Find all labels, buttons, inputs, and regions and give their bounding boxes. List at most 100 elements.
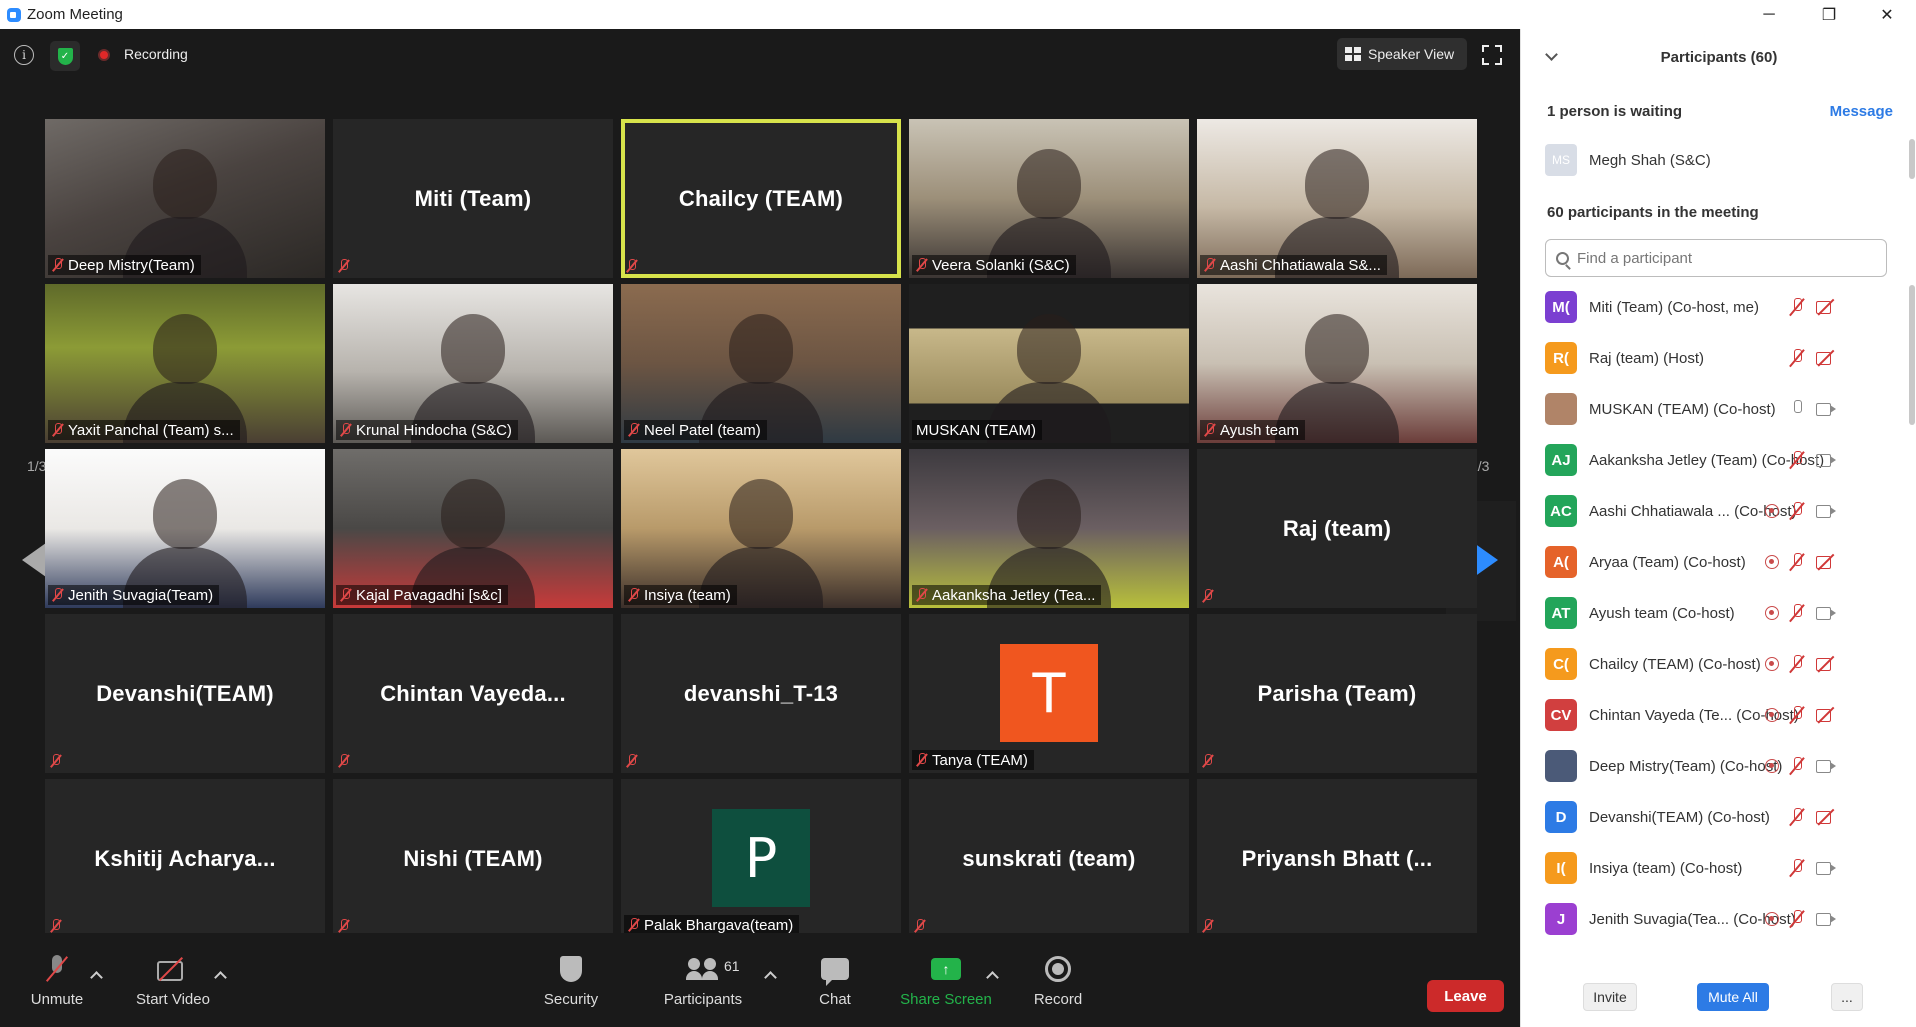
tile-name-label: Ayush team [1200, 420, 1305, 440]
tile-name-label: Jenith Suvagia(Team) [48, 585, 220, 605]
participant-tile[interactable]: Kajal Pavagadhi [s&c] [333, 449, 613, 608]
avatar: AT [1545, 597, 1577, 629]
participants-button[interactable]: Participants [648, 953, 758, 1023]
participant-tile[interactable]: Aakanksha Jetley (Tea... [909, 449, 1189, 608]
fullscreen-icon[interactable] [1482, 45, 1502, 65]
participant-row[interactable]: MUSKAN (TEAM) (Co-host) [1545, 387, 1905, 431]
participant-tile[interactable]: Devanshi(TEAM) [45, 614, 325, 773]
participant-tile[interactable]: Priyansh Bhatt (... [1197, 779, 1477, 938]
participant-tile[interactable]: Parisha (Team) [1197, 614, 1477, 773]
participant-name: Deep Mistry(Team) [68, 256, 195, 274]
participant-tile[interactable]: T Tanya (TEAM) [909, 614, 1189, 773]
participant-list: M(Miti (Team) (Co-host, me) R(Raj (team) … [1521, 285, 1916, 985]
participants-options-caret-icon[interactable] [766, 973, 775, 982]
participant-tile[interactable]: Chailcy (TEAM) [621, 119, 901, 278]
participant-tile[interactable]: Ayush team [1197, 284, 1477, 443]
record-label: Record [1033, 991, 1083, 1008]
tile-name-label: Deep Mistry(Team) [48, 255, 201, 275]
microphone-muted-icon [628, 423, 640, 437]
start-video-button[interactable]: Start Video [118, 953, 228, 1023]
participant-row[interactable]: D Devanshi(TEAM) (Co-host) [1545, 795, 1905, 839]
camera-icon [1815, 860, 1837, 876]
maximize-button[interactable]: ❐ [1804, 0, 1854, 29]
participant-tile[interactable]: Veera Solanki (S&C) [909, 119, 1189, 278]
participant-search-input[interactable]: Find a participant [1545, 239, 1887, 277]
audio-options-caret-icon[interactable] [92, 973, 101, 982]
participant-tile[interactable]: Yaxit Panchal (Team) s... [45, 284, 325, 443]
participant-tile[interactable]: Chintan Vayeda... [333, 614, 613, 773]
encryption-shield-icon[interactable]: ✓ [50, 41, 80, 71]
speaker-view-button[interactable]: Speaker View [1337, 38, 1467, 70]
participant-row[interactable]: C(Chailcy (TEAM) (Co-host) [1545, 642, 1905, 686]
tile-name-label: Krunal Hindocha (S&C) [336, 420, 518, 440]
recording-status-icon [1765, 555, 1779, 569]
participants-panel-title: Participants (60) [1660, 48, 1778, 66]
participant-row[interactable]: M(Miti (Team) (Co-host, me) [1545, 285, 1905, 329]
participant-tile[interactable]: MUSKAN (TEAM) [909, 284, 1189, 443]
participant-tile[interactable]: devanshi_T-13 [621, 614, 901, 773]
participant-tile[interactable]: sunskrati (team) [909, 779, 1189, 938]
participant-tile[interactable]: Deep Mistry(Team) [45, 119, 325, 278]
participant-row[interactable]: A(Aryaa (Team) (Co-host) [1545, 540, 1905, 584]
participant-tile[interactable]: Jenith Suvagia(Team) [45, 449, 325, 608]
participant-tile[interactable]: Nishi (TEAM) [333, 779, 613, 938]
security-button[interactable]: Security [516, 953, 626, 1023]
participants-icon [686, 958, 720, 980]
participant-row[interactable]: AC Aashi Chhatiawala ... (Co-host) [1545, 489, 1905, 533]
mute-all-button[interactable]: Mute All [1697, 983, 1769, 1011]
participant-row[interactable]: AJ Aakanksha Jetley (Team) (Co-host) [1545, 438, 1905, 482]
participant-tile[interactable]: Neel Patel (team) [621, 284, 901, 443]
waiting-participant-name: Megh Shah (S&C) [1589, 151, 1711, 169]
share-options-caret-icon[interactable] [988, 973, 997, 982]
minimize-button[interactable]: ─ [1744, 0, 1794, 29]
participant-row[interactable]: AT Ayush team (Co-host) [1545, 591, 1905, 635]
previous-page-arrow-icon[interactable] [22, 543, 46, 577]
participant-row[interactable]: J Jenith Suvagia(Tea... (Co-host) [1545, 897, 1905, 941]
microphone-muted-icon [338, 259, 350, 273]
info-icon[interactable]: i [14, 45, 34, 65]
record-button[interactable]: Record [1003, 953, 1113, 1023]
unmute-button[interactable]: Unmute [2, 953, 112, 1023]
camera-icon [1815, 758, 1837, 774]
chat-button[interactable]: Chat [780, 953, 890, 1023]
waiting-participant[interactable]: MS Megh Shah (S&C) [1545, 141, 1711, 179]
meeting-toolbar: Unmute Start Video Security Participants… [0, 933, 1520, 1027]
tile-display-name: Devanshi(TEAM) [96, 680, 274, 706]
participant-name: Ayush team [1220, 421, 1299, 439]
video-options-caret-icon[interactable] [216, 973, 225, 982]
participant-tile[interactable]: Aashi Chhatiawala S&... [1197, 119, 1477, 278]
participant-tile[interactable]: Kshitij Acharya... [45, 779, 325, 938]
participant-tile[interactable]: P Palak Bhargava(team) [621, 779, 901, 938]
next-page-arrow-icon[interactable] [1474, 543, 1498, 577]
participant-video-feed [699, 314, 823, 443]
share-screen-button[interactable]: ↑ Share Screen [891, 953, 1001, 1023]
more-options-button[interactable]: ... [1831, 983, 1863, 1011]
participant-list-scrollbar[interactable] [1909, 285, 1915, 425]
microphone-muted-icon [1202, 589, 1214, 603]
microphone-muted-icon [47, 955, 67, 983]
participant-tile[interactable]: Insiya (team) [621, 449, 901, 608]
participant-row-name: Miti (Team) (Co-host, me) [1589, 298, 1760, 316]
tile-name-label: Yaxit Panchal (Team) s... [48, 420, 240, 440]
participant-row[interactable]: CV Chintan Vayeda (Te... (Co-host) [1545, 693, 1905, 737]
participant-tile[interactable]: Raj (team) [1197, 449, 1477, 608]
share-screen-label: Share Screen [900, 991, 992, 1008]
tile-display-name: Chintan Vayeda... [380, 680, 566, 706]
collapse-chevron-icon[interactable] [1545, 48, 1558, 61]
message-waiting-link[interactable]: Message [1830, 103, 1893, 120]
tile-name-label: Aashi Chhatiawala S&... [1200, 255, 1387, 275]
participant-row[interactable]: I(Insiya (team) (Co-host) [1545, 846, 1905, 890]
participant-tile[interactable]: Miti (Team) [333, 119, 613, 278]
avatar: D [1545, 801, 1577, 833]
leave-button[interactable]: Leave [1427, 980, 1504, 1012]
participant-tile[interactable]: Krunal Hindocha (S&C) [333, 284, 613, 443]
participant-row[interactable]: Deep Mistry(Team) (Co-host) [1545, 744, 1905, 788]
camera-icon [1815, 401, 1837, 417]
camera-off-icon [1815, 299, 1837, 315]
invite-button[interactable]: Invite [1583, 983, 1637, 1011]
participant-name: Palak Bhargava(team) [644, 916, 794, 934]
close-button[interactable]: ✕ [1862, 0, 1912, 29]
participant-video-feed [987, 479, 1111, 608]
waiting-scrollbar[interactable] [1909, 139, 1915, 179]
participant-row[interactable]: R(Raj (team) (Host) [1545, 336, 1905, 380]
